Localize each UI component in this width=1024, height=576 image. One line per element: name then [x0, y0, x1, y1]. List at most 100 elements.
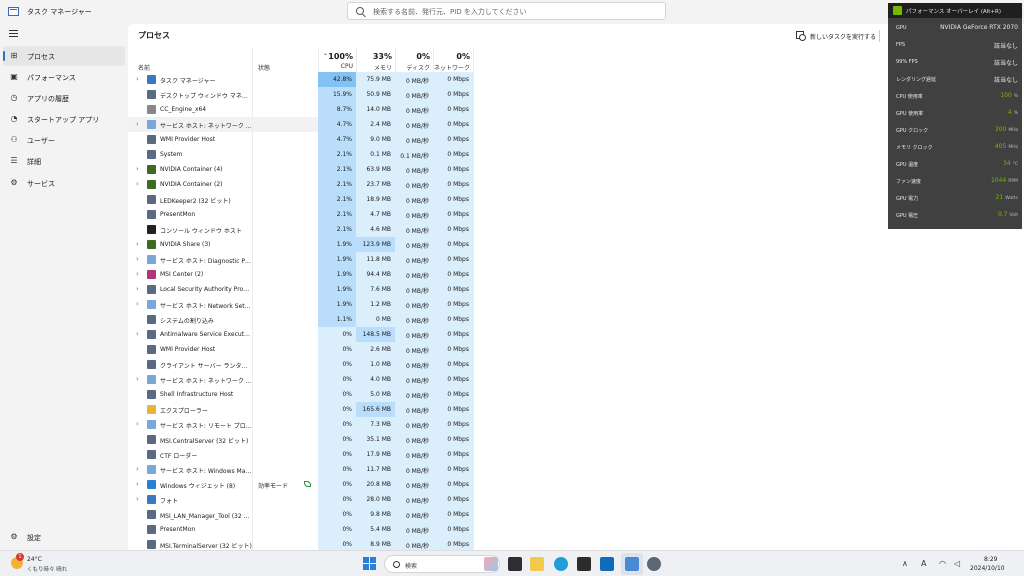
disk-cell: 0 MB/秒 [395, 237, 433, 252]
sidebar-item-processes[interactable]: ⊞ プロセス [3, 46, 125, 66]
expand-chevron-icon[interactable]: › [136, 120, 139, 128]
network-cell: 0 Mbps [433, 522, 473, 537]
table-row[interactable]: › サービス ホスト: リモート プロシージ... 0%7.3 MB0 MB/秒0 … [128, 417, 1024, 432]
expand-chevron-icon[interactable]: › [136, 285, 139, 293]
table-row[interactable]: › MSI Center (2) 1.9% 94.4 MB 0 MB/秒 0 Mbps [128, 267, 1024, 282]
process-icon [147, 240, 156, 249]
table-row[interactable]: エクスプローラー 0% 165.6 MB 0 MB/秒 0 Mbps [128, 402, 1024, 417]
expand-chevron-icon[interactable]: › [136, 75, 139, 83]
table-row[interactable]: システムの割り込み 1.1% 0 MB 0 MB/秒 0 Mbps [128, 312, 1024, 327]
column-header-disk[interactable]: 0% ディスク [395, 48, 433, 72]
search-input[interactable]: 検索する名前、発行元、PID を入力してください [373, 7, 526, 17]
overlay-stat-label: GPU [896, 25, 907, 31]
memory-cell: 20.8 MB [356, 477, 395, 492]
column-header-name[interactable]: 名前 [128, 48, 252, 72]
table-row[interactable]: › Antimalware Service Executable 0% 148.5 M… [128, 327, 1024, 342]
clock-date[interactable]: 2024/10/10 [970, 565, 1005, 572]
weather-description[interactable]: くもり時々 晴れ [27, 565, 67, 573]
disk-cell: 0 MB/秒 [395, 177, 433, 192]
overlay-stat-text: 該当なし [993, 43, 1018, 50]
weather-temperature[interactable]: 24°C [27, 556, 42, 563]
volume-icon[interactable]: ◁ [954, 559, 960, 568]
expand-chevron-icon[interactable]: › [136, 330, 139, 338]
expand-chevron-icon[interactable]: › [136, 420, 139, 428]
sidebar-item-details[interactable]: ☰ 詳細 [3, 151, 125, 171]
search-box[interactable]: 検索する名前、発行元、PID を入力してください [347, 2, 666, 20]
table-row[interactable]: PresentMon 0% 5.4 MB 0 MB/秒 0 Mbps [128, 522, 1024, 537]
expand-chevron-icon[interactable]: › [136, 300, 139, 308]
column-header-cpu[interactable]: 100% CPU [318, 48, 356, 72]
sidebar-item-label: サービス [27, 180, 55, 188]
expand-chevron-icon[interactable]: › [136, 270, 139, 278]
table-row[interactable]: クライアント サーバー ランタイム プロ... 0%1.0 MB0 MB/秒0 M… [128, 357, 1024, 372]
table-row[interactable]: › フォト 0% 28.0 MB 0 MB/秒 0 Mbps [128, 492, 1024, 507]
sidebar-item-performance[interactable]: ▣ パフォーマンス [3, 67, 125, 87]
memory-cell: 50.9 MB [356, 87, 395, 102]
expand-chevron-icon[interactable]: › [136, 240, 139, 248]
table-row[interactable]: ›サービス ホスト: Network Setup S...1.9%1.2 MB0… [128, 297, 1024, 312]
table-row[interactable]: › サービス ホスト: Windows Manag... 0%11.7 MB0 MB… [128, 462, 1024, 477]
expand-chevron-icon[interactable]: › [136, 465, 139, 473]
process-name: Antimalware Service Executable [160, 331, 252, 338]
store-icon[interactable] [577, 557, 591, 571]
column-label: メモリ [373, 65, 392, 72]
settings-taskbar-icon[interactable] [647, 557, 661, 571]
column-label: 状態 [258, 65, 271, 72]
sidebar-item-startup[interactable]: ◔ スタートアップ アプリ [3, 109, 125, 129]
table-row[interactable]: WMI Provider Host 0% 2.6 MB 0 MB/秒 0 Mbps [128, 342, 1024, 357]
table-row[interactable]: › NVIDIA Share (3) 1.9% 123.9 MB 0 MB/秒 0 Mbp… [128, 237, 1024, 252]
overlay-stat-value: 該当なし [994, 58, 1018, 67]
process-name: LEDKeeper2 (32 ビット) [160, 198, 231, 205]
wifi-icon[interactable]: ◠ [939, 559, 946, 568]
column-header-network[interactable]: 0% ネットワーク [433, 48, 473, 72]
table-row[interactable]: MSI_LAN_Manager_Tool (32 ビ... 0% 9.8 MB 0 M… [128, 507, 1024, 522]
hamburger-menu-icon[interactable] [9, 30, 18, 37]
clock-time[interactable]: 8:29 [984, 556, 997, 563]
process-status: 効率モード [258, 483, 289, 490]
edge-browser-icon[interactable] [554, 557, 568, 571]
expand-chevron-icon[interactable]: › [136, 375, 139, 383]
cpu-cell: 1.9% [318, 297, 356, 312]
column-label: ネットワーク [433, 65, 470, 72]
memory-cell: 11.7 MB [356, 462, 395, 477]
taskbar-search[interactable]: 検索 [384, 555, 500, 573]
task-view-icon[interactable] [508, 557, 522, 571]
windows-start-icon[interactable] [363, 557, 377, 571]
sidebar-item-settings[interactable]: ⚙ 設定 [3, 527, 125, 547]
process-name: MSI_LAN_Manager_Tool (32 ビ... [160, 513, 252, 520]
table-row[interactable]: › サービス ホスト: ネットワーク サービス 0%4.0 MB0 MB/秒0 Mb… [128, 372, 1024, 387]
overlay-stat-label: GPU クロック [896, 128, 929, 134]
table-row[interactable]: Shell Infrastructure Host 0% 5.0 MB 0 MB/秒 0… [128, 387, 1024, 402]
expand-chevron-icon[interactable]: › [136, 165, 139, 173]
expand-chevron-icon[interactable]: › [136, 495, 139, 503]
column-header-status[interactable]: 状態 [248, 48, 318, 72]
process-icon [147, 495, 156, 504]
copilot-icon[interactable] [484, 557, 498, 571]
process-icon [147, 285, 156, 294]
cpu-cell: 0% [318, 372, 356, 387]
network-cell: 0 Mbps [433, 222, 473, 237]
sidebar-item-users[interactable]: ⚇ ユーザー [3, 130, 125, 150]
memory-cell: 14.0 MB [356, 102, 395, 117]
table-row[interactable]: MSI.CentralServer (32 ビット) 0% 35.1 MB 0 MB/… [128, 432, 1024, 447]
expand-chevron-icon[interactable]: › [136, 480, 139, 488]
network-cell: 0 Mbps [433, 117, 473, 132]
outlook-icon[interactable] [600, 557, 614, 571]
chevron-up-icon[interactable]: ∧ [902, 559, 908, 568]
column-label: 名前 [138, 65, 151, 72]
overlay-stat-value: 100% [1000, 92, 1018, 99]
process-name: PresentMon [160, 211, 196, 218]
table-row[interactable]: › Local Security Authority Proce... 1.9% 7.… [128, 282, 1024, 297]
expand-chevron-icon[interactable]: › [136, 180, 139, 188]
column-header-memory[interactable]: 33% メモリ [356, 48, 395, 72]
expand-chevron-icon[interactable]: › [136, 255, 139, 263]
table-row[interactable]: › Windows ウィジェット (8) 効率モード 0% 20.8 MB 0 MB/秒 0… [128, 477, 1024, 492]
ime-indicator[interactable]: A [921, 559, 926, 568]
table-row[interactable]: › サービス ホスト: Diagnostic Polic... 1.9% 11.8 M… [128, 252, 1024, 267]
page-title: プロセス [138, 31, 170, 40]
network-cell: 0 Mbps [433, 252, 473, 267]
file-explorer-icon[interactable] [530, 557, 544, 571]
table-row[interactable]: CTF ローダー 0% 17.9 MB 0 MB/秒 0 Mbps [128, 447, 1024, 462]
sidebar-item-app-history[interactable]: ◷ アプリの履歴 [3, 88, 125, 108]
sidebar-item-services[interactable]: ⚙ サービス [3, 173, 125, 193]
